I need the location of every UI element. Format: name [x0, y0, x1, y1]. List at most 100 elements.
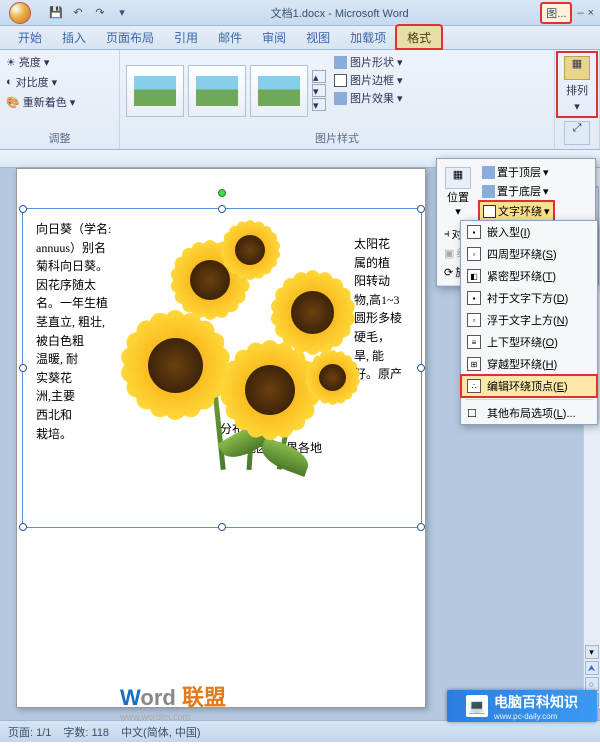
save-icon[interactable]: 💾	[48, 5, 64, 21]
resize-handle-n[interactable]	[218, 205, 226, 213]
picture-shape-icon	[334, 56, 347, 69]
text-wrap-button[interactable]: 文字环绕 ▾	[479, 201, 554, 221]
ribbon: ☀亮度 ▾ ◐对比度 ▾ 🎨重新着色 ▾ 调整 ▴ ▾ ▾ 图片形状 ▾ 图片边…	[0, 50, 600, 150]
document-text-right[interactable]: 太阳花 属的植 阳转动 物,高1~3 圆形多棱 硬毛， 旱, 能 籽。原产	[354, 235, 420, 384]
rotate-icon: ⟳	[444, 266, 453, 279]
picture-effects-button[interactable]: 图片效果 ▾	[334, 90, 403, 106]
status-page[interactable]: 页面: 1/1	[8, 724, 51, 740]
browse-object-icon[interactable]: ○	[585, 677, 599, 691]
gallery-more[interactable]: ▾	[312, 98, 326, 111]
sunflower-image	[100, 220, 360, 470]
window-title: 文档1.docx - Microsoft Word	[138, 5, 541, 21]
group-styles-label: 图片样式	[122, 129, 552, 147]
tab-review[interactable]: 审阅	[252, 26, 296, 49]
arrange-icon: ▦	[564, 56, 590, 80]
site-logo-overlay: 💻 电脑百科知识 www.pc-daily.com	[447, 690, 597, 722]
recolor-icon: 🎨	[6, 96, 20, 109]
wrap-inline-icon: ▪	[467, 225, 481, 239]
prev-page-icon[interactable]: ⮝	[585, 661, 599, 675]
rotate-handle[interactable]	[218, 189, 226, 197]
contextual-tab-label: 图...	[541, 3, 571, 23]
quick-access-toolbar: 💾 ↶ ↷ ▾	[40, 5, 138, 21]
wrap-behind[interactable]: ▪衬于文字下方(D)	[461, 287, 597, 309]
resize-handle-se[interactable]	[417, 523, 425, 531]
close-button[interactable]: ×	[588, 7, 594, 19]
tab-mail[interactable]: 邮件	[208, 26, 252, 49]
wrap-edit-points-icon: ∴	[467, 379, 481, 393]
style-thumb-3[interactable]	[250, 65, 308, 117]
wrap-infront-icon: ▫	[467, 313, 481, 327]
resize-handle-s[interactable]	[218, 523, 226, 531]
tab-addins[interactable]: 加载项	[340, 26, 396, 49]
window-controls: – ×	[575, 7, 600, 19]
position-button[interactable]: ▦ 位置▾	[441, 167, 475, 218]
align-icon: ⫞	[444, 228, 450, 241]
scroll-down-icon[interactable]: ▾	[585, 645, 599, 659]
group-adjust: ☀亮度 ▾ ◐对比度 ▾ 🎨重新着色 ▾ 调整	[0, 50, 120, 149]
minimize-button[interactable]: –	[577, 7, 583, 19]
tab-view[interactable]: 视图	[296, 26, 340, 49]
wrap-square-icon: ▫	[467, 247, 481, 261]
style-thumb-1[interactable]	[126, 65, 184, 117]
wrap-tight-icon: ◧	[467, 269, 481, 283]
wrap-more-options[interactable]: ☐其他布局选项(L)...	[461, 402, 597, 424]
tab-pagelayout[interactable]: 页面布局	[96, 26, 164, 49]
picture-shape-button[interactable]: 图片形状 ▾	[334, 54, 403, 70]
wrap-tight[interactable]: ◧紧密型环绕(T)	[461, 265, 597, 287]
wrap-topbottom-icon: ≡	[467, 335, 481, 349]
wrap-square[interactable]: ▫四周型环绕(S)	[461, 243, 597, 265]
position-icon: ▦	[445, 167, 471, 189]
text-wrap-icon	[483, 205, 496, 218]
wrap-edit-points[interactable]: ∴编辑环绕顶点(E)	[461, 375, 597, 397]
customize-qat-icon[interactable]: ▾	[114, 5, 130, 21]
picture-effects-icon	[334, 92, 347, 105]
gallery-scroll-down[interactable]: ▾	[312, 84, 326, 97]
group-adjust-label: 调整	[2, 129, 117, 147]
status-word-count[interactable]: 字数: 118	[63, 724, 109, 740]
group-icon: ▣	[444, 247, 454, 260]
ribbon-tabs: 开始 插入 页面布局 引用 邮件 审阅 视图 加载项 格式	[0, 26, 600, 50]
wrap-through-icon: ⊞	[467, 357, 481, 371]
tab-insert[interactable]: 插入	[52, 26, 96, 49]
contrast-icon: ◐	[6, 76, 13, 88]
title-bar: 💾 ↶ ↷ ▾ 文档1.docx - Microsoft Word 图... –…	[0, 0, 600, 26]
brightness-button[interactable]: ☀亮度 ▾	[2, 52, 117, 72]
wrap-infront[interactable]: ▫浮于文字上方(N)	[461, 309, 597, 331]
size-icon: ⤢	[564, 121, 590, 145]
site-logo-icon: 💻	[466, 695, 488, 717]
gallery-scroll-up[interactable]: ▴	[312, 70, 326, 83]
picture-border-button[interactable]: 图片边框 ▾	[334, 72, 403, 88]
picture-style-gallery[interactable]: ▴ ▾ ▾	[122, 52, 330, 129]
wrap-inline[interactable]: ▪嵌入型(I)	[461, 221, 597, 243]
wrap-more-icon: ☐	[467, 407, 481, 420]
resize-handle-sw[interactable]	[19, 523, 27, 531]
undo-icon[interactable]: ↶	[70, 5, 86, 21]
picture-options: 图片形状 ▾ 图片边框 ▾ 图片效果 ▾	[330, 52, 407, 129]
status-language[interactable]: 中文(简体, 中国)	[121, 724, 200, 740]
brightness-icon: ☀	[6, 56, 16, 69]
arrange-button[interactable]: ▦ 排列▾	[557, 52, 597, 117]
wrap-behind-icon: ▪	[467, 291, 481, 305]
redo-icon[interactable]: ↷	[92, 5, 108, 21]
wrap-through[interactable]: ⊞穿越型环绕(H)	[461, 353, 597, 375]
bring-front-button[interactable]: 置于顶层 ▾	[479, 163, 554, 181]
office-button[interactable]	[0, 0, 40, 26]
group-arrange: ▦ 排列▾ ⤢ 大小▾	[555, 50, 600, 149]
wrap-topbottom[interactable]: ≡上下型环绕(O)	[461, 331, 597, 353]
send-back-button[interactable]: 置于底层 ▾	[479, 182, 554, 200]
contrast-button[interactable]: ◐对比度 ▾	[2, 72, 117, 92]
wordlm-watermark: Word 联盟 www.wordlm.com	[120, 680, 226, 720]
send-back-icon	[482, 185, 495, 198]
resize-handle-ne[interactable]	[417, 205, 425, 213]
tab-references[interactable]: 引用	[164, 26, 208, 49]
style-thumb-2[interactable]	[188, 65, 246, 117]
resize-handle-w[interactable]	[19, 364, 27, 372]
bring-front-icon	[482, 166, 495, 179]
tab-home[interactable]: 开始	[8, 26, 52, 49]
resize-handle-nw[interactable]	[19, 205, 27, 213]
recolor-button[interactable]: 🎨重新着色 ▾	[2, 92, 117, 112]
tab-format[interactable]: 格式	[396, 25, 442, 49]
text-wrap-menu: ▪嵌入型(I) ▫四周型环绕(S) ◧紧密型环绕(T) ▪衬于文字下方(D) ▫…	[460, 220, 598, 425]
picture-border-icon	[334, 74, 347, 87]
status-bar: 页面: 1/1 字数: 118 中文(简体, 中国)	[0, 720, 600, 742]
